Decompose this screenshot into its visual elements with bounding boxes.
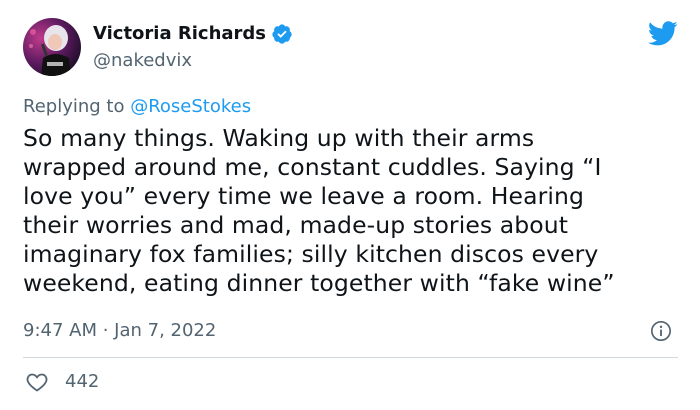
avatar[interactable] [23, 18, 81, 76]
twitter-bird-icon[interactable] [648, 20, 678, 46]
like-count: 442 [65, 371, 100, 392]
author-display-name[interactable]: Victoria Richards [93, 22, 266, 46]
divider [23, 357, 678, 358]
verified-badge-icon [271, 23, 293, 45]
avatar-image [23, 18, 81, 76]
like-button[interactable]: 442 [25, 370, 99, 394]
author-name-row: Victoria Richards [93, 22, 293, 46]
tweet-card: Victoria Richards @nakedvix Replying to … [0, 0, 700, 410]
replying-to-prefix: Replying to [23, 96, 131, 117]
reply-mention-link[interactable]: @RoseStokes [130, 96, 251, 117]
info-icon[interactable] [650, 320, 672, 342]
replying-to-line: Replying to @RoseStokes [23, 95, 251, 119]
author-handle[interactable]: @nakedvix [93, 50, 192, 72]
tweet-text: So many things. Waking up with their arm… [23, 124, 615, 297]
tweet-timestamp[interactable]: 9:47 AM · Jan 7, 2022 [23, 319, 216, 343]
heart-icon[interactable] [25, 370, 49, 394]
